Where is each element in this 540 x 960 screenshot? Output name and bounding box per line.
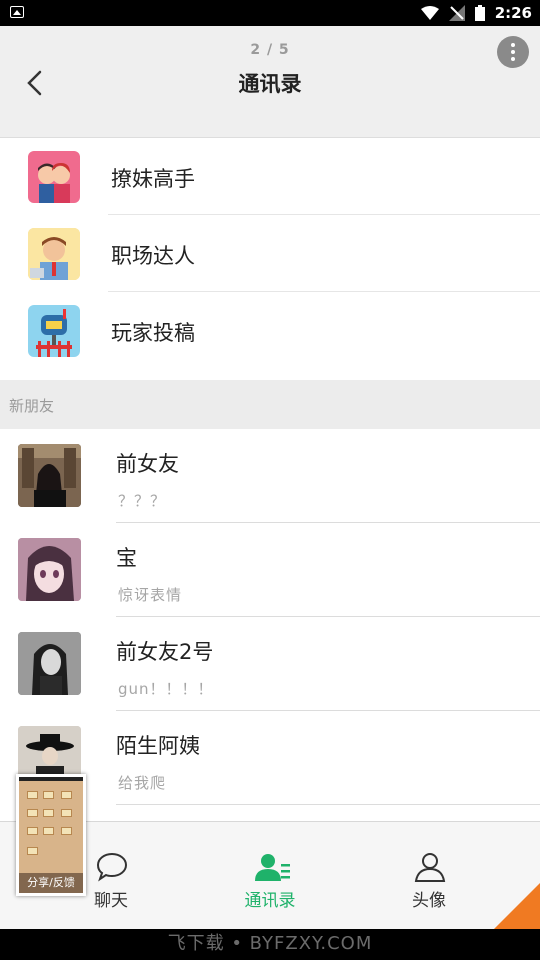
friend-name: 宝 xyxy=(116,546,137,570)
official-item-office-pro[interactable]: 职场达人 xyxy=(0,215,540,292)
thumbnail-cell xyxy=(27,809,38,817)
status-time: 2:26 xyxy=(494,4,532,22)
divider xyxy=(116,804,540,805)
share-feedback-widget[interactable]: 分享/反馈 xyxy=(16,774,86,896)
status-bar: 2:26 xyxy=(0,0,540,26)
friend-name: 前女友 xyxy=(116,452,179,476)
avatar xyxy=(18,538,81,601)
share-feedback-label: 分享/反馈 xyxy=(19,873,83,893)
page-indicator: 2 / 5 xyxy=(250,42,290,58)
friend-name: 前女友2号 xyxy=(116,640,214,664)
friend-last-message: ？？？ xyxy=(118,492,167,510)
battery-icon xyxy=(474,5,485,21)
share-preview-thumbnail: 分享/反馈 xyxy=(19,777,83,893)
tab-avatar[interactable]: 头像 xyxy=(369,822,489,929)
official-item-flirt-master[interactable]: 撩妹高手 xyxy=(0,138,540,215)
contacts-icon xyxy=(255,854,290,881)
more-menu-button[interactable] xyxy=(497,36,529,68)
header: 2 / 5 通讯录 xyxy=(0,26,540,138)
gallery-notification-icon xyxy=(10,6,24,18)
couple-kiss-icon xyxy=(28,151,80,203)
friend-item[interactable]: 前女友 ？？？ xyxy=(0,429,540,523)
thumbnail-status-bar xyxy=(19,777,83,781)
avatar xyxy=(18,632,81,695)
navigation-bar: 飞下载 • BYFZXY.COM xyxy=(0,929,540,960)
friend-item[interactable]: 前女友2号 gun！！！！ xyxy=(0,617,540,711)
corner-fold-decoration xyxy=(494,883,540,929)
friend-last-message: 惊讶表情 xyxy=(118,586,183,604)
official-item-player-submission[interactable]: 玩家投稿 xyxy=(0,292,540,369)
avatar xyxy=(18,444,81,507)
friend-name: 陌生阿姨 xyxy=(116,734,200,758)
official-name: 玩家投稿 xyxy=(111,321,195,345)
page-title: 通讯录 xyxy=(238,72,302,96)
thumbnail-cell xyxy=(27,791,38,799)
thumbnail-cell xyxy=(27,827,38,835)
official-name: 撩妹高手 xyxy=(111,167,195,191)
tab-label: 通讯录 xyxy=(244,891,296,911)
wifi-icon xyxy=(420,6,439,20)
section-header-new-friends: 新朋友 xyxy=(0,380,540,429)
watermark: 飞下载 • BYFZXY.COM xyxy=(167,933,373,954)
friend-last-message: gun！！！！ xyxy=(118,680,214,698)
friend-item[interactable]: 宝 惊讶表情 xyxy=(0,523,540,617)
thumbnail-cell xyxy=(61,809,72,817)
friends-list: 前女友 ？？？ 宝 惊讶表情 前女友2号 gun！！！！ 陌生阿姨 给我爬 xyxy=(0,429,540,805)
person-icon xyxy=(414,853,446,882)
chat-bubble-icon xyxy=(96,852,128,882)
official-name: 职场达人 xyxy=(111,244,195,268)
section-title: 新朋友 xyxy=(9,397,55,415)
thumbnail-cell xyxy=(43,809,54,817)
office-worker-icon xyxy=(28,228,80,280)
official-accounts-list: 撩妹高手 职场达人 玩家投稿 xyxy=(0,138,540,369)
more-dot-icon xyxy=(511,43,515,47)
mailbox-icon xyxy=(28,305,80,357)
thumbnail-cell xyxy=(61,791,72,799)
friend-last-message: 给我爬 xyxy=(118,774,167,792)
thumbnail-cell xyxy=(43,827,54,835)
more-dot-icon xyxy=(511,57,515,61)
tab-contacts[interactable]: 通讯录 xyxy=(210,822,330,929)
app-screen: 2 / 5 通讯录 撩妹高手 职场达人 玩家投稿 新朋友 前女友 ？？？ 宝 惊… xyxy=(0,26,540,929)
no-signal-icon xyxy=(448,5,465,21)
more-dot-icon xyxy=(511,50,515,54)
thumbnail-cell xyxy=(43,791,54,799)
thumbnail-cell xyxy=(27,847,38,855)
tab-label: 头像 xyxy=(412,891,446,911)
thumbnail-cell xyxy=(61,827,72,835)
